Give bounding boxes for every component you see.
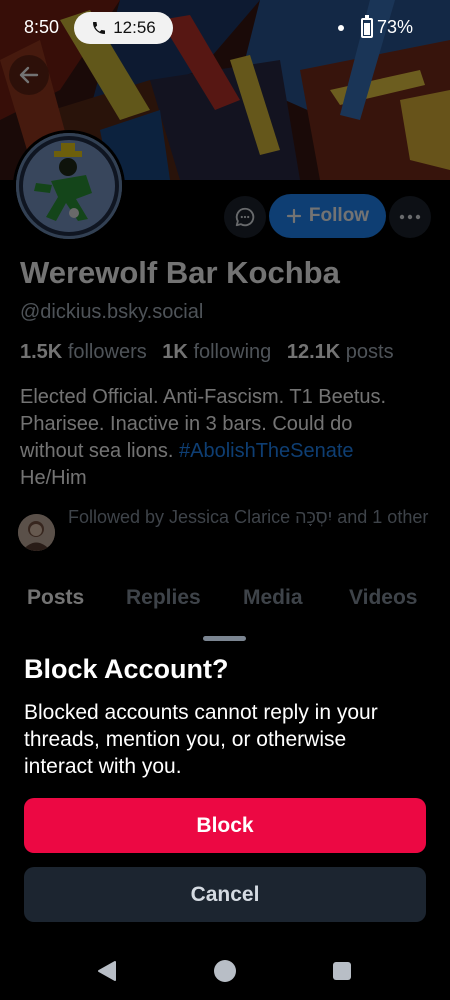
following-count: 1K <box>162 341 188 363</box>
profile-tabs: Posts Replies Media Videos <box>0 580 450 620</box>
profile-handle: @dickius.bsky.social <box>20 301 204 323</box>
posts-stat: 12.1K posts <box>287 341 394 363</box>
battery-icon <box>361 15 373 38</box>
posts-count: 12.1K <box>286 341 341 363</box>
profile-bio: Elected Official. Anti-Fascism. T1 Beetu… <box>20 384 410 492</box>
followed-by-text: Followed by Jessica Clarice יִסְכָּה and… <box>68 507 429 527</box>
profile-avatar[interactable] <box>13 130 125 242</box>
followers-label: followers <box>67 341 147 363</box>
chat-bubble-icon <box>235 207 255 227</box>
message-button[interactable] <box>224 196 266 238</box>
bio-pronouns: He/Him <box>20 467 87 489</box>
followers-stat[interactable]: 1.5K followers <box>20 341 147 363</box>
follower-avatar <box>18 514 55 551</box>
nav-back-icon[interactable] <box>97 960 117 982</box>
more-options-button[interactable] <box>389 196 431 238</box>
system-nav-bar <box>0 940 450 1000</box>
call-timer: 12:56 <box>113 18 156 37</box>
battery-percent: 73% <box>377 17 414 37</box>
sheet-grabber[interactable] <box>203 636 246 641</box>
nav-recents-icon[interactable] <box>333 962 351 980</box>
sheet-description: Blocked accounts cannot reply in your th… <box>24 701 378 778</box>
back-button[interactable] <box>9 55 49 95</box>
more-horizontal-icon <box>399 214 421 220</box>
follow-button[interactable]: Follow <box>269 194 386 238</box>
cancel-button[interactable]: Cancel <box>24 867 426 922</box>
sheet-title: Block Account? <box>24 654 229 684</box>
plus-icon <box>286 208 302 224</box>
nav-home-icon[interactable] <box>214 960 236 982</box>
tab-posts[interactable]: Posts <box>27 586 84 610</box>
tab-replies[interactable]: Replies <box>126 586 201 610</box>
profile-stats: 1.5K followers 1K following 12.1K posts <box>20 341 394 364</box>
following-label: following <box>193 341 272 363</box>
bio-hashtag-link[interactable]: #AbolishTheSenate <box>179 440 354 462</box>
ongoing-call-chip[interactable]: 12:56 <box>74 12 173 44</box>
display-name: Werewolf Bar Kochba <box>20 255 340 290</box>
arrow-left-icon <box>19 66 39 84</box>
phone-icon <box>93 22 106 34</box>
tab-media[interactable]: Media <box>243 586 303 610</box>
status-bar: 8:50 12:56 73% <box>0 0 450 56</box>
followers-count: 1.5K <box>20 341 63 363</box>
follow-label: Follow <box>308 205 370 226</box>
posts-label: posts <box>345 341 394 363</box>
tab-videos[interactable]: Videos <box>349 586 417 610</box>
block-button[interactable]: Block <box>24 798 426 853</box>
status-time: 8:50 <box>24 17 60 37</box>
following-stat[interactable]: 1K following <box>162 341 271 363</box>
notification-dot-icon <box>338 25 344 31</box>
